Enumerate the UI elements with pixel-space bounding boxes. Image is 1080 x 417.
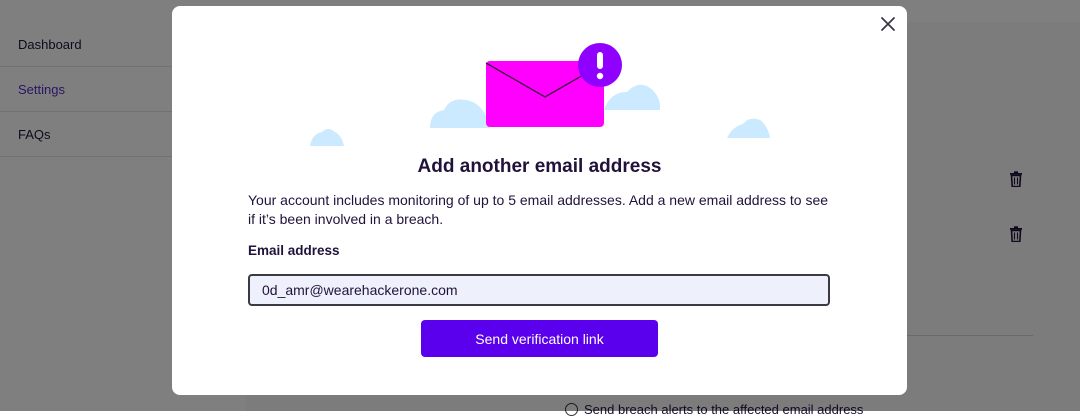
cloud-icon — [310, 129, 344, 146]
email-field[interactable] — [248, 274, 830, 306]
dialog-title: Add another email address — [417, 156, 662, 177]
dialog-description: Your account includes monitoring of up t… — [248, 192, 829, 227]
envelope-alert-icon — [310, 43, 770, 146]
send-verification-link-button[interactable]: Send verification link — [421, 320, 658, 357]
cloud-icon — [727, 118, 770, 138]
alert-badge-icon — [578, 43, 622, 87]
add-email-dialog: Add another email address Your account i… — [172, 6, 907, 395]
email-field-label: Email address — [248, 243, 340, 258]
cloud-icon — [430, 99, 490, 128]
cloud-icon — [604, 84, 661, 110]
